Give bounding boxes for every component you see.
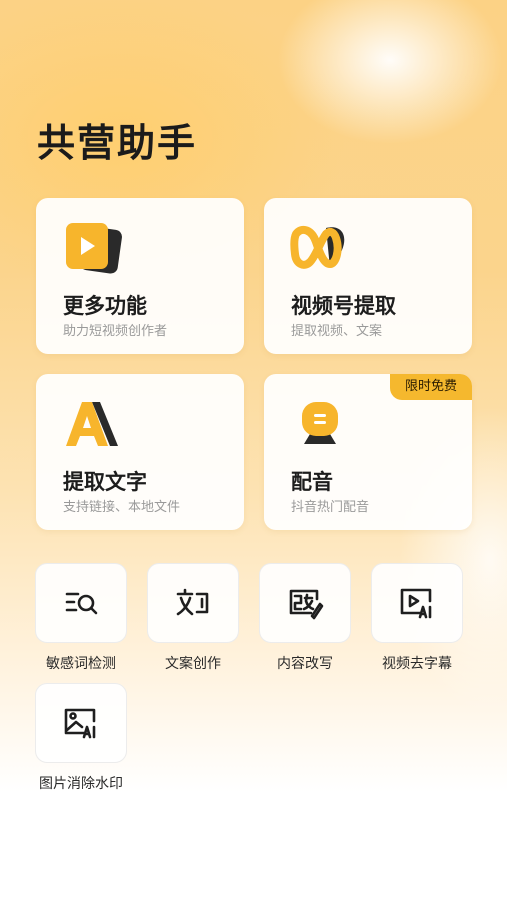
card-subtitle: 支持链接、本地文件 <box>63 500 181 515</box>
card-more-features[interactable]: 更多功能 助力短视频创作者 <box>36 198 244 354</box>
tool-tile[interactable] <box>35 683 127 763</box>
tool-label: 视频去字幕 <box>382 656 452 672</box>
card-title: 配音 <box>291 470 333 494</box>
tool-tile[interactable] <box>371 563 463 643</box>
card-dubbing[interactable]: 限时免费 配音 抖音热门配音 <box>264 374 472 530</box>
tool-label: 文案创作 <box>165 656 221 672</box>
card-channel-extract[interactable]: 视频号提取 提取视频、文案 <box>264 198 472 354</box>
tool-sensitive-word-check[interactable]: 敏感词检测 <box>33 563 129 673</box>
infinity-ribbon-icon <box>290 220 354 276</box>
text-edit-icon <box>176 588 209 616</box>
card-title: 视频号提取 <box>291 294 396 318</box>
video-card-icon <box>62 220 126 276</box>
tool-tile[interactable] <box>147 563 239 643</box>
search-list-icon <box>65 592 98 615</box>
video-ai-icon <box>400 588 432 619</box>
tool-content-rewrite[interactable]: 内容改写 <box>257 563 353 673</box>
tool-label: 图片消除水印 <box>39 776 123 792</box>
page-title: 共营助手 <box>37 121 198 165</box>
card-subtitle: 助力短视频创作者 <box>63 324 168 339</box>
card-extract-text[interactable]: 提取文字 支持链接、本地文件 <box>36 374 244 530</box>
rewrite-icon <box>289 589 324 620</box>
card-title: 提取文字 <box>63 470 147 494</box>
card-title: 更多功能 <box>63 294 147 318</box>
tool-copywriting[interactable]: 文案创作 <box>145 563 241 673</box>
voice-bubble-icon <box>290 396 354 452</box>
tool-label: 敏感词检测 <box>46 656 116 672</box>
tool-tile[interactable] <box>35 563 127 643</box>
tool-label: 内容改写 <box>277 656 333 672</box>
card-subtitle: 提取视频、文案 <box>291 324 383 339</box>
card-subtitle: 抖音热门配音 <box>291 500 370 515</box>
tool-tile[interactable] <box>259 563 351 643</box>
letter-a-icon <box>62 396 126 452</box>
image-ai-icon <box>64 708 96 739</box>
tool-remove-watermark[interactable]: 图片消除水印 <box>33 683 129 793</box>
free-badge: 限时免费 <box>390 374 472 400</box>
tool-remove-subtitles[interactable]: 视频去字幕 <box>369 563 465 673</box>
